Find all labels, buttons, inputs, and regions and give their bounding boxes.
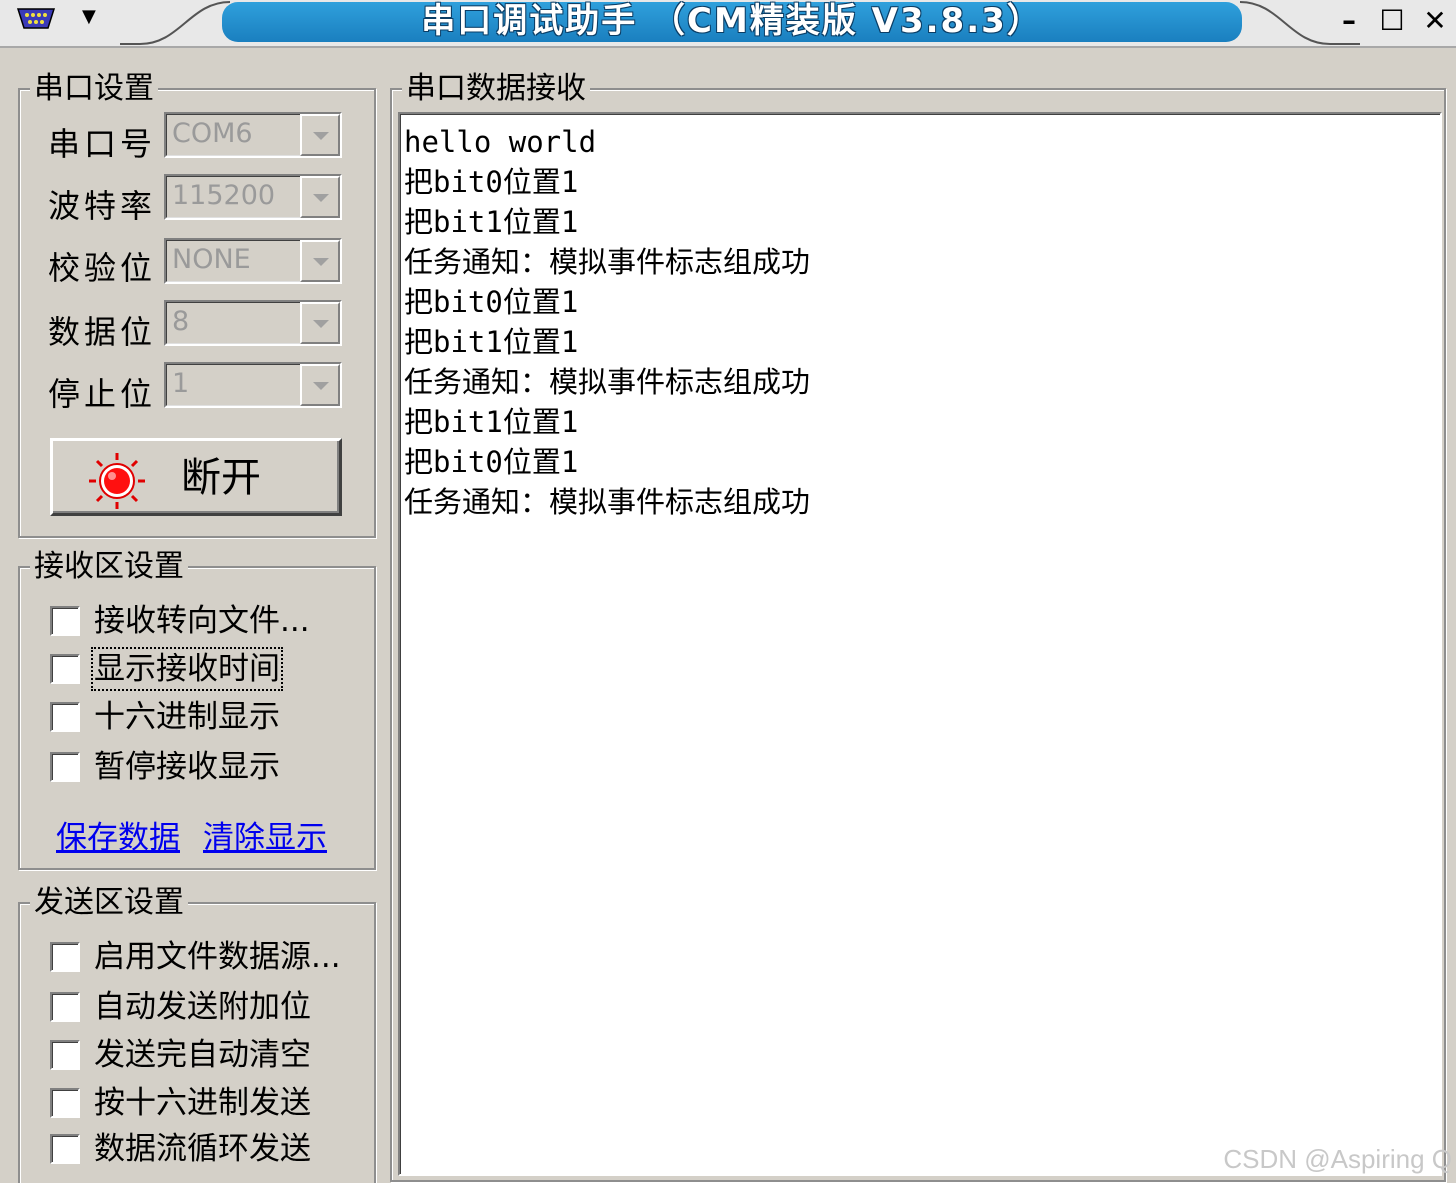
- chevron-down-icon[interactable]: [300, 176, 340, 218]
- title-curve-left: [120, 1, 230, 45]
- baud-label: 波特率: [48, 187, 157, 225]
- auto-clear-label: 发送完自动清空: [94, 1037, 311, 1073]
- port-value: COM6: [172, 118, 253, 149]
- file-source-checkbox[interactable]: [50, 942, 80, 972]
- receive-group: 串口数据接收 hello world 把bit0位置1 把bit1位置1 任务通…: [390, 72, 1446, 1182]
- receive-line: 任务通知：模拟事件标志组成功: [404, 245, 811, 279]
- loop-send-label: 数据流循环发送: [94, 1131, 311, 1167]
- receive-settings-group: 接收区设置 接收转向文件... 显示接收时间 十六进制显示 暂停接收显示 保存数…: [18, 550, 376, 870]
- serial-port-icon[interactable]: [16, 6, 56, 32]
- receive-line: 把bit1位置1: [404, 405, 579, 439]
- auto-append-checkbox[interactable]: [50, 992, 80, 1022]
- pause-display-checkbox[interactable]: [50, 752, 80, 782]
- recv-to-file-checkbox[interactable]: [50, 606, 80, 636]
- hex-display-label: 十六进制显示: [94, 699, 280, 735]
- chevron-down-icon[interactable]: [300, 302, 340, 344]
- red-led-icon: [89, 453, 145, 509]
- window-title: 串口调试助手 （CM精装版 V3.8.3）: [421, 1, 1043, 41]
- stopbits-value: 1: [172, 368, 190, 399]
- loop-send-checkbox[interactable]: [50, 1134, 80, 1164]
- receive-line: 把bit0位置1: [404, 285, 579, 319]
- receive-line: 把bit1位置1: [404, 325, 579, 359]
- show-recv-time-checkbox[interactable]: [50, 654, 80, 684]
- receive-line: 任务通知：模拟事件标志组成功: [404, 365, 811, 399]
- title-bar: ▼ 串口调试助手 （CM精装版 V3.8.3） – ☐ ✕: [0, 0, 1456, 48]
- receive-line: 把bit0位置1: [404, 165, 579, 199]
- port-settings-group: 串口设置 串口号 COM6 波特率 115200 校验位 NONE 数据位 8 …: [18, 72, 376, 538]
- databits-value: 8: [172, 306, 190, 337]
- hex-display-checkbox[interactable]: [50, 702, 80, 732]
- port-select[interactable]: COM6: [164, 112, 342, 158]
- chevron-down-icon[interactable]: [300, 114, 340, 156]
- clear-display-link[interactable]: 清除显示: [203, 812, 327, 857]
- databits-label: 数据位: [48, 313, 157, 351]
- baud-value: 115200: [172, 180, 276, 211]
- save-data-link[interactable]: 保存数据: [56, 812, 180, 857]
- auto-append-label: 自动发送附加位: [94, 989, 311, 1025]
- app-window: ▼ 串口调试助手 （CM精装版 V3.8.3） – ☐ ✕ 串口设置 串口号 C…: [0, 0, 1456, 1183]
- close-icon[interactable]: ✕: [1418, 4, 1452, 38]
- parity-label: 校验位: [48, 249, 157, 287]
- watermark: CSDN @Aspiring Q: [1223, 1144, 1452, 1174]
- stopbits-select[interactable]: 1: [164, 362, 342, 408]
- chevron-down-icon[interactable]: [300, 364, 340, 406]
- send-settings-group: 发送区设置 启用文件数据源... 自动发送附加位 发送完自动清空 按十六进制发送…: [18, 886, 376, 1183]
- system-menu-arrow-icon[interactable]: ▼: [82, 6, 96, 27]
- receive-line: hello world: [404, 125, 597, 159]
- databits-select[interactable]: 8: [164, 300, 342, 346]
- hex-send-checkbox[interactable]: [50, 1088, 80, 1118]
- show-recv-time-label: 显示接收时间: [91, 647, 283, 691]
- receive-line: 把bit1位置1: [404, 205, 579, 239]
- port-settings-title: 串口设置: [30, 72, 158, 106]
- hex-send-label: 按十六进制发送: [94, 1085, 311, 1121]
- receive-textarea[interactable]: hello world 把bit0位置1 把bit1位置1 任务通知：模拟事件标…: [398, 112, 1442, 1176]
- maximize-icon[interactable]: ☐: [1375, 4, 1409, 38]
- disconnect-label: 断开: [181, 455, 261, 501]
- chevron-down-icon[interactable]: [300, 240, 340, 282]
- port-label: 串口号: [48, 125, 157, 163]
- receive-settings-title: 接收区设置: [30, 550, 188, 584]
- stopbits-label: 停止位: [48, 375, 157, 413]
- send-settings-title: 发送区设置: [30, 886, 188, 920]
- parity-value: NONE: [172, 244, 251, 275]
- auto-clear-checkbox[interactable]: [50, 1040, 80, 1070]
- receive-line: 任务通知：模拟事件标志组成功: [404, 485, 811, 519]
- parity-select[interactable]: NONE: [164, 238, 342, 284]
- receive-title: 串口数据接收: [402, 72, 590, 106]
- minimize-icon[interactable]: –: [1332, 4, 1366, 38]
- receive-line: 把bit0位置1: [404, 445, 579, 479]
- disconnect-button[interactable]: 断开: [50, 438, 342, 516]
- file-source-label: 启用文件数据源...: [94, 939, 341, 975]
- baud-select[interactable]: 115200: [164, 174, 342, 220]
- recv-to-file-label: 接收转向文件...: [94, 603, 310, 639]
- pause-display-label: 暂停接收显示: [94, 749, 280, 785]
